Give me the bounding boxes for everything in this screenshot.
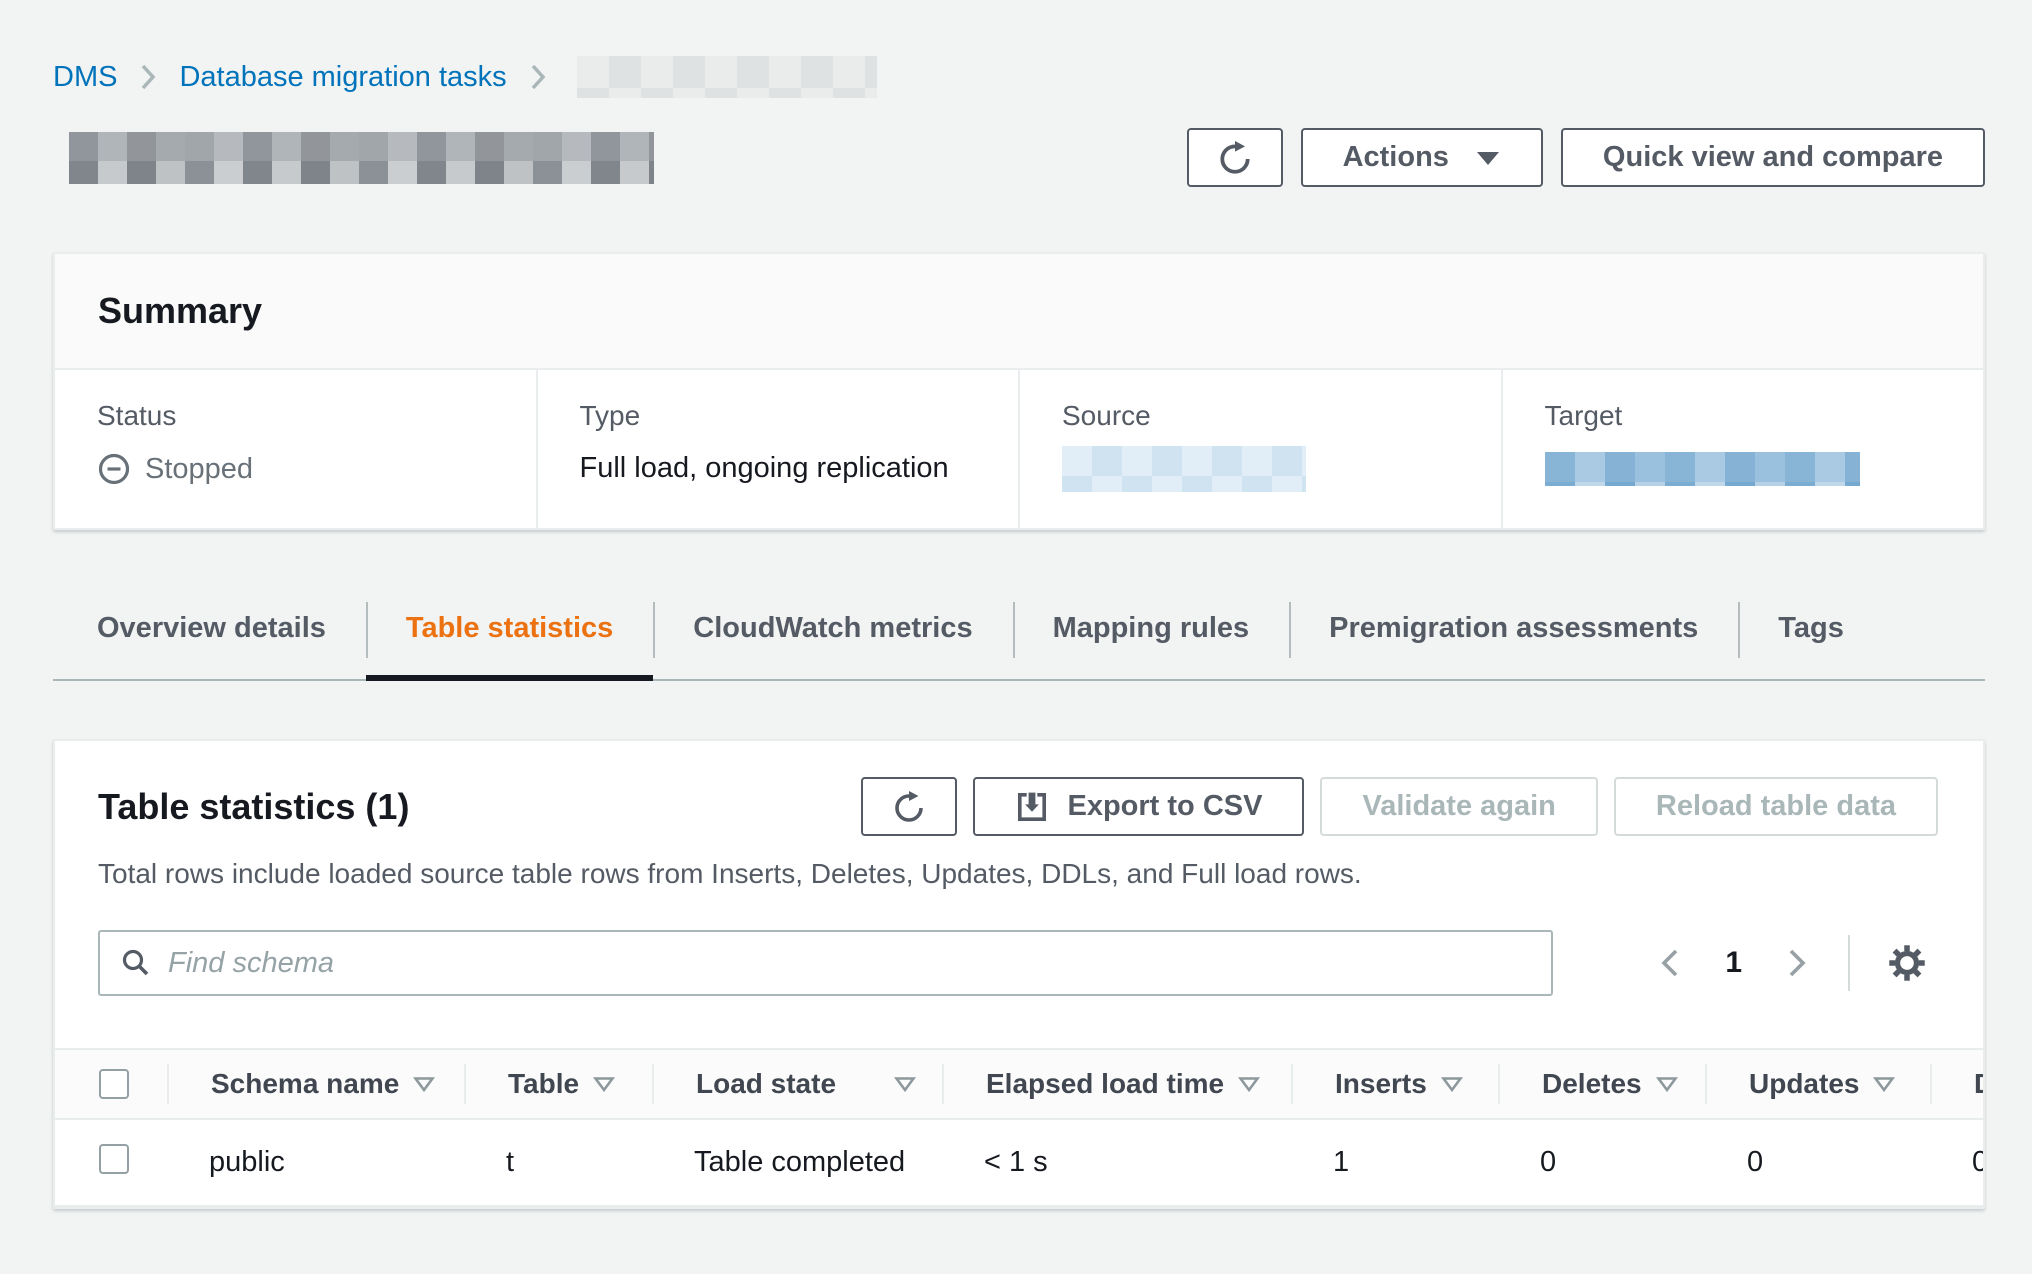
sort-icon[interactable] bbox=[894, 1076, 916, 1093]
page-header: Actions Quick view and compare bbox=[53, 128, 1985, 187]
table-statistics-header: Table statistics (1) bbox=[55, 777, 1983, 836]
reload-table-data-button[interactable]: Reload table data bbox=[1614, 777, 1938, 836]
breadcrumb-link-dms[interactable]: DMS bbox=[53, 61, 117, 94]
dms-task-page: DMS Database migration tasks Actions bbox=[0, 0, 2032, 1274]
refresh-button[interactable] bbox=[1187, 128, 1283, 187]
summary-card-header: Summary bbox=[55, 254, 1983, 370]
target-label: Target bbox=[1545, 400, 1964, 432]
summary-body: Status Stopped Type Full load, ongoing r… bbox=[55, 370, 1983, 528]
chevron-left-icon bbox=[1659, 946, 1681, 980]
column-header-deletes[interactable]: Deletes bbox=[1542, 1068, 1642, 1100]
refresh-icon bbox=[1217, 140, 1253, 176]
summary-type-column: Type Full load, ongoing replication bbox=[536, 370, 1019, 528]
toolbar-divider bbox=[1848, 935, 1850, 991]
actions-menu-button[interactable]: Actions bbox=[1301, 128, 1543, 187]
tab-premigration-assessments[interactable]: Premigration assessments bbox=[1289, 596, 1738, 679]
source-endpoint-redacted[interactable] bbox=[1062, 446, 1306, 492]
summary-card: Summary Status Stopped Type Full load, bbox=[53, 252, 1985, 530]
sort-icon[interactable] bbox=[593, 1076, 615, 1093]
status-label: Status bbox=[97, 400, 516, 432]
page-header-actions: Actions Quick view and compare bbox=[1187, 128, 1985, 187]
export-csv-label: Export to CSV bbox=[1067, 790, 1262, 823]
sort-icon[interactable] bbox=[1656, 1076, 1678, 1093]
schema-search-box bbox=[98, 930, 1553, 996]
export-csv-button[interactable]: Export to CSV bbox=[973, 777, 1304, 836]
cell-deletes: 0 bbox=[1498, 1146, 1705, 1179]
column-header-updates[interactable]: Updates bbox=[1749, 1068, 1859, 1100]
current-page-number: 1 bbox=[1725, 946, 1742, 980]
sort-icon[interactable] bbox=[1873, 1076, 1895, 1093]
cell-elapsed-load-time: < 1 s bbox=[942, 1146, 1291, 1179]
breadcrumb-chevron-icon bbox=[529, 62, 547, 92]
cell-table: t bbox=[464, 1146, 652, 1179]
table-statistics-card: Table statistics (1) bbox=[53, 739, 1985, 1209]
column-header-inserts[interactable]: Inserts bbox=[1335, 1068, 1427, 1100]
column-header-table[interactable]: Table bbox=[508, 1068, 579, 1100]
breadcrumb-link-migration-tasks[interactable]: Database migration tasks bbox=[179, 61, 506, 94]
breadcrumb-current-task-redacted bbox=[577, 56, 877, 98]
tab-tags[interactable]: Tags bbox=[1738, 596, 1884, 679]
gear-icon bbox=[1886, 942, 1928, 984]
table-statistics-buttons: Export to CSV Validate again Reload tabl… bbox=[861, 777, 1938, 836]
status-text: Stopped bbox=[145, 453, 253, 486]
next-page-button[interactable] bbox=[1776, 938, 1818, 988]
stopped-status-icon bbox=[97, 452, 131, 486]
source-label: Source bbox=[1062, 400, 1481, 432]
select-all-checkbox[interactable] bbox=[99, 1069, 129, 1099]
table-statistics-description: Total rows include loaded source table r… bbox=[55, 858, 1983, 890]
table-statistics-title: Table statistics (1) bbox=[98, 786, 409, 828]
table-settings-button[interactable] bbox=[1876, 934, 1938, 992]
breadcrumb-chevron-icon bbox=[139, 62, 157, 92]
chevron-right-icon bbox=[1786, 946, 1808, 980]
type-label: Type bbox=[580, 400, 999, 432]
breadcrumb: DMS Database migration tasks bbox=[53, 0, 1985, 98]
summary-status-column: Status Stopped bbox=[55, 370, 536, 528]
validate-again-button[interactable]: Validate again bbox=[1320, 777, 1597, 836]
sort-icon[interactable] bbox=[1441, 1076, 1463, 1093]
status-value: Stopped bbox=[97, 452, 516, 486]
pagination: 1 bbox=[1649, 934, 1938, 992]
tab-mapping-rules[interactable]: Mapping rules bbox=[1013, 596, 1290, 679]
column-header-schema-name[interactable]: Schema name bbox=[211, 1068, 399, 1100]
target-endpoint-redacted[interactable] bbox=[1545, 452, 1860, 486]
table-row: public t Table completed < 1 s 1 0 0 0 bbox=[55, 1119, 1985, 1206]
sort-icon[interactable] bbox=[1238, 1076, 1260, 1093]
cell-schema-name: public bbox=[167, 1146, 464, 1179]
row-checkbox[interactable] bbox=[99, 1144, 129, 1174]
summary-title: Summary bbox=[98, 290, 262, 332]
table-refresh-button[interactable] bbox=[861, 777, 957, 836]
cell-clipped: 0 bbox=[1930, 1146, 1985, 1179]
tab-cloudwatch-metrics[interactable]: CloudWatch metrics bbox=[653, 596, 1012, 679]
table-toolbar: 1 bbox=[55, 930, 1983, 996]
task-detail-tabs: Overview details Table statistics CloudW… bbox=[53, 596, 1985, 681]
column-header-clipped[interactable]: D bbox=[1974, 1068, 1985, 1100]
quick-view-compare-button[interactable]: Quick view and compare bbox=[1561, 128, 1985, 187]
type-value: Full load, ongoing replication bbox=[580, 452, 999, 485]
caret-down-icon bbox=[1475, 148, 1501, 168]
column-header-load-state[interactable]: Load state bbox=[696, 1068, 836, 1100]
cell-inserts: 1 bbox=[1291, 1146, 1498, 1179]
table-header-row: Schema name Table Load state Elapsed loa… bbox=[55, 1049, 1985, 1119]
schema-search-input[interactable] bbox=[168, 947, 1531, 980]
tab-table-statistics[interactable]: Table statistics bbox=[366, 596, 653, 679]
refresh-icon bbox=[892, 790, 926, 824]
column-header-elapsed-load-time[interactable]: Elapsed load time bbox=[986, 1068, 1224, 1100]
summary-source-column: Source bbox=[1018, 370, 1501, 528]
cell-load-state: Table completed bbox=[652, 1146, 942, 1179]
download-icon bbox=[1015, 790, 1049, 824]
cell-updates: 0 bbox=[1705, 1146, 1930, 1179]
table-statistics-table: Schema name Table Load state Elapsed loa… bbox=[55, 1048, 1985, 1207]
previous-page-button[interactable] bbox=[1649, 938, 1691, 988]
page-title-redacted bbox=[69, 132, 654, 184]
sort-icon[interactable] bbox=[413, 1076, 435, 1093]
actions-menu-label: Actions bbox=[1343, 141, 1449, 174]
summary-target-column: Target bbox=[1501, 370, 1984, 528]
tab-overview-details[interactable]: Overview details bbox=[53, 596, 366, 679]
search-icon bbox=[120, 947, 152, 979]
